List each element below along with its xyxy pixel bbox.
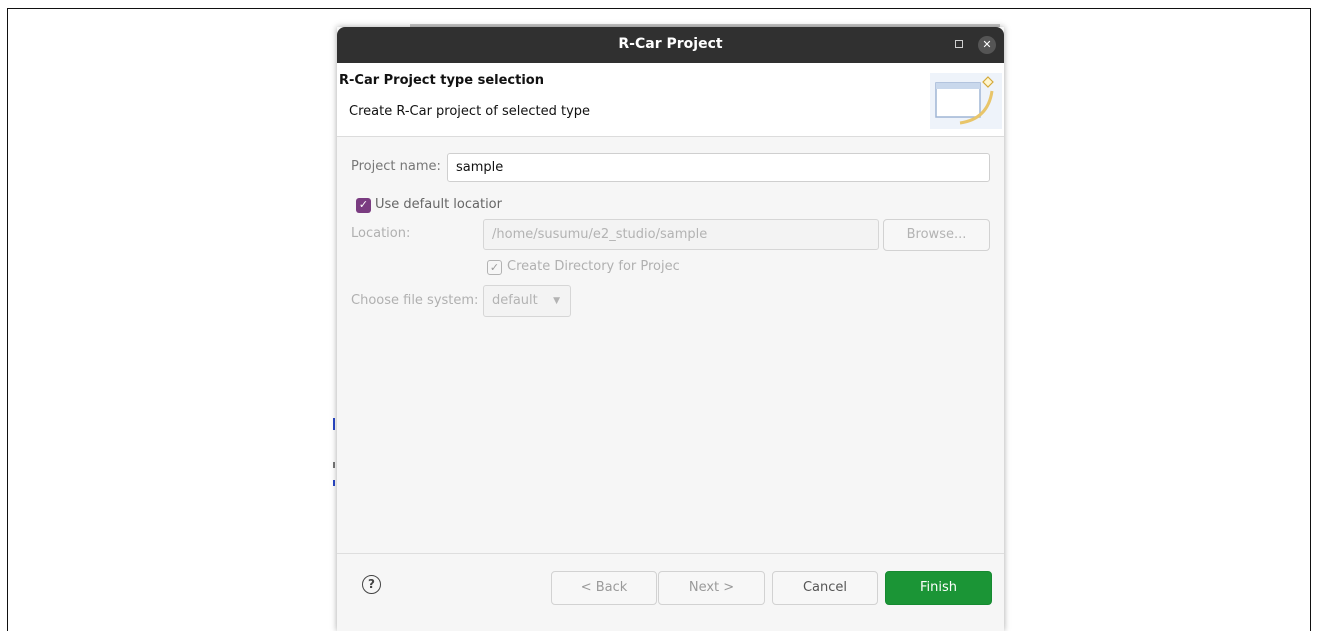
- background-marker: [333, 418, 335, 430]
- dialog-titlebar[interactable]: R-Car Project ✕: [337, 27, 1004, 63]
- wizard-banner-icon: [930, 73, 1002, 129]
- file-system-label: Choose file system:: [351, 293, 479, 308]
- finish-button[interactable]: Finish: [885, 571, 992, 605]
- location-input[interactable]: /home/susumu/e2_studio/sample: [483, 219, 879, 250]
- close-icon[interactable]: ✕: [978, 36, 996, 54]
- use-default-location-checkbox[interactable]: ✓: [356, 198, 371, 213]
- dialog-title: R-Car Project: [618, 36, 723, 52]
- project-name-input[interactable]: sample: [447, 153, 990, 182]
- wizard-banner: R-Car Project type selection Create R-Ca…: [337, 63, 1004, 137]
- use-default-location-label: Use default locatior: [375, 197, 502, 212]
- banner-subtitle: Create R-Car project of selected type: [349, 104, 591, 119]
- banner-title: R-Car Project type selection: [339, 73, 544, 88]
- create-directory-checkbox[interactable]: ✓: [487, 260, 502, 275]
- next-button[interactable]: Next >: [658, 571, 765, 605]
- create-directory-label: Create Directory for Projec: [507, 259, 680, 274]
- back-button[interactable]: < Back: [551, 571, 657, 605]
- project-name-label: Project name:: [351, 159, 441, 174]
- dropdown-arrow-icon: ▼: [553, 296, 560, 306]
- footer-divider: [337, 553, 1004, 554]
- help-icon[interactable]: ?: [362, 575, 381, 594]
- file-system-value: default: [492, 293, 538, 308]
- maximize-icon[interactable]: [955, 40, 963, 48]
- file-system-select[interactable]: default ▼: [483, 285, 571, 317]
- background-marker: [333, 480, 335, 486]
- location-label: Location:: [351, 226, 411, 241]
- browse-button[interactable]: Browse...: [883, 219, 990, 251]
- cancel-button[interactable]: Cancel: [772, 571, 878, 605]
- r-car-project-dialog: R-Car Project ✕ R-Car Project type selec…: [337, 27, 1004, 631]
- background-marker: [333, 462, 335, 468]
